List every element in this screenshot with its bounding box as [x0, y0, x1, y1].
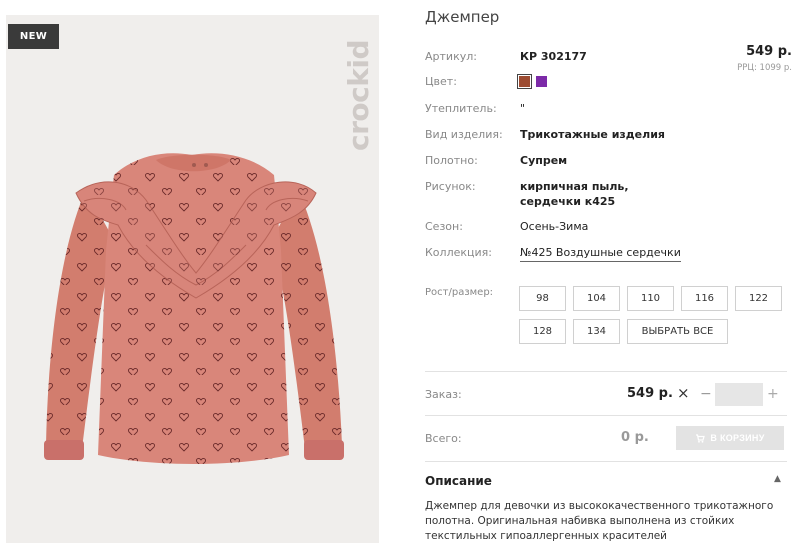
attr-label: Полотно: — [425, 154, 478, 167]
attr-label: Коллекция: — [425, 246, 492, 259]
total-value: 0 р. — [621, 430, 649, 445]
description-text: Джемпер для девочки из высококачественно… — [425, 500, 774, 542]
cart-icon — [696, 434, 706, 443]
size-104[interactable]: 104 — [573, 286, 620, 311]
attr-label: Артикул: — [425, 50, 477, 63]
color-swatch-brick[interactable] — [517, 74, 532, 89]
sizes-label: Рост/размер: — [425, 287, 494, 298]
attr-value: кирпичная пыль, сердечки к425 — [520, 180, 629, 208]
total-label: Всего: — [425, 432, 462, 445]
collection-link[interactable]: №425 Воздушные сердечки — [520, 246, 681, 262]
sweater-image — [44, 153, 344, 464]
attr-value: Трикотажные изделия — [520, 128, 665, 141]
attr-label: Сезон: — [425, 220, 463, 233]
quantity-input[interactable] — [715, 383, 763, 406]
attr-value: Супрем — [520, 154, 568, 167]
rrp-price: РРЦ: 1099 р. — [737, 63, 792, 73]
divider — [425, 461, 787, 462]
attr-label: Рисунок: — [425, 180, 476, 193]
new-badge: NEW — [8, 24, 59, 49]
divider — [425, 371, 787, 372]
size-116[interactable]: 116 — [681, 286, 728, 311]
collapse-arrow-icon[interactable]: ▲ — [774, 474, 781, 484]
times-icon: × — [677, 384, 690, 402]
add-to-cart-label: В КОРЗИНУ — [710, 433, 765, 443]
size-134[interactable]: 134 — [573, 319, 620, 344]
color-swatch-purple[interactable] — [536, 76, 547, 87]
divider — [425, 415, 787, 416]
increment-button[interactable]: + — [767, 386, 779, 402]
size-110[interactable]: 110 — [627, 286, 674, 311]
attr-label: Цвет: — [425, 75, 457, 88]
product-photo[interactable]: NEW crockid — [6, 15, 379, 543]
size-122[interactable]: 122 — [735, 286, 782, 311]
attr-value: Осень-Зима — [520, 220, 589, 233]
add-to-cart-button[interactable]: В КОРЗИНУ — [676, 426, 784, 450]
description-title[interactable]: Описание — [425, 474, 492, 488]
product-price: 549 р. — [746, 44, 792, 59]
order-label: Заказ: — [425, 388, 462, 401]
product-title: Джемпер — [425, 8, 500, 26]
order-price: 549 р. — [627, 386, 673, 401]
brand-logo: crockid — [341, 39, 375, 151]
attr-label: Вид изделия: — [425, 128, 503, 141]
attr-value: " — [520, 102, 526, 115]
decrement-button[interactable]: − — [700, 386, 712, 402]
attr-value: КР 302177 — [520, 50, 587, 63]
size-98[interactable]: 98 — [519, 286, 566, 311]
attr-label: Утеплитель: — [425, 102, 497, 115]
select-all-button[interactable]: ВЫБРАТЬ ВСЕ — [627, 319, 728, 344]
size-128[interactable]: 128 — [519, 319, 566, 344]
